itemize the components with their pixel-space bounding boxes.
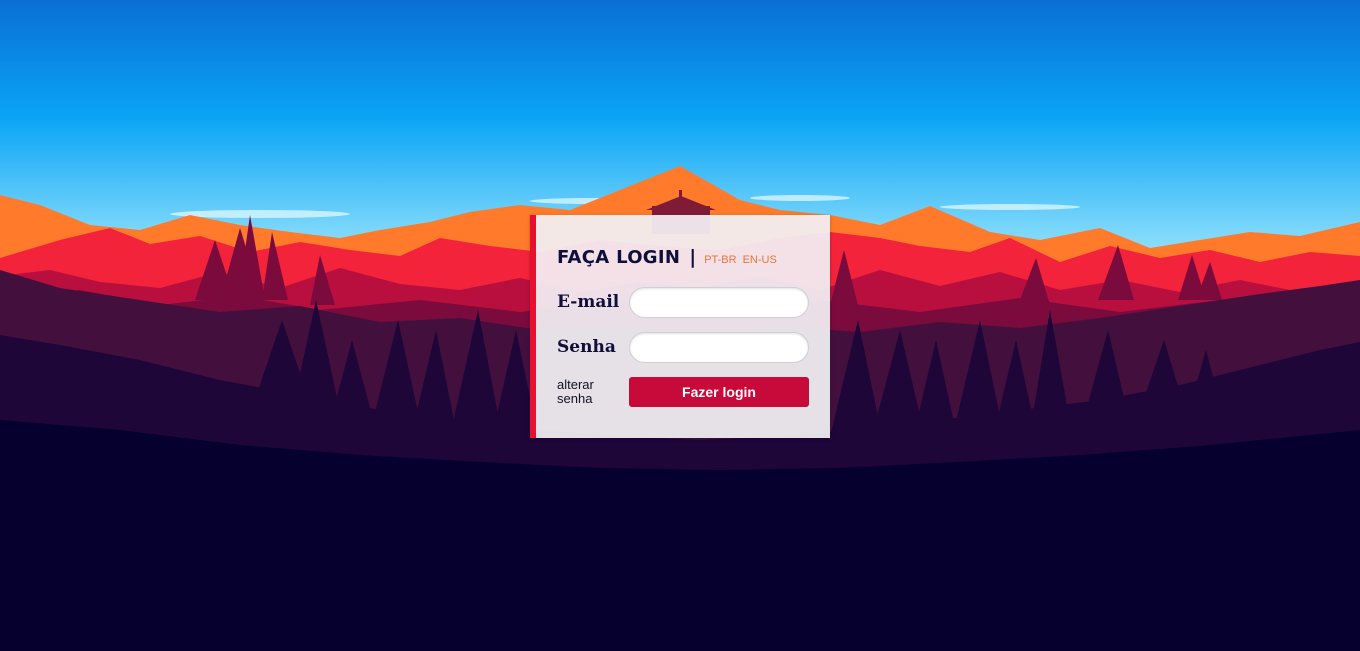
language-link-pt-br[interactable]: PT-BR — [704, 254, 736, 266]
login-card: FAÇA LOGIN | PT-BR EN-US E-mail Senha al… — [530, 215, 830, 438]
language-link-en-us[interactable]: EN-US — [743, 254, 777, 266]
change-password-link[interactable]: alterar senha — [557, 378, 617, 406]
change-password-text-line2: senha — [557, 391, 593, 406]
password-label: Senha — [557, 337, 616, 357]
password-input[interactable] — [629, 332, 809, 363]
page-title: FAÇA LOGIN — [557, 247, 681, 268]
title-separator: | — [689, 246, 697, 268]
email-label: E-mail — [557, 292, 620, 312]
login-button[interactable]: Fazer login — [629, 377, 809, 407]
change-password-text-line1: alterar — [557, 377, 594, 392]
email-input[interactable] — [629, 287, 809, 318]
title-row: FAÇA LOGIN | PT-BR EN-US — [557, 246, 783, 268]
